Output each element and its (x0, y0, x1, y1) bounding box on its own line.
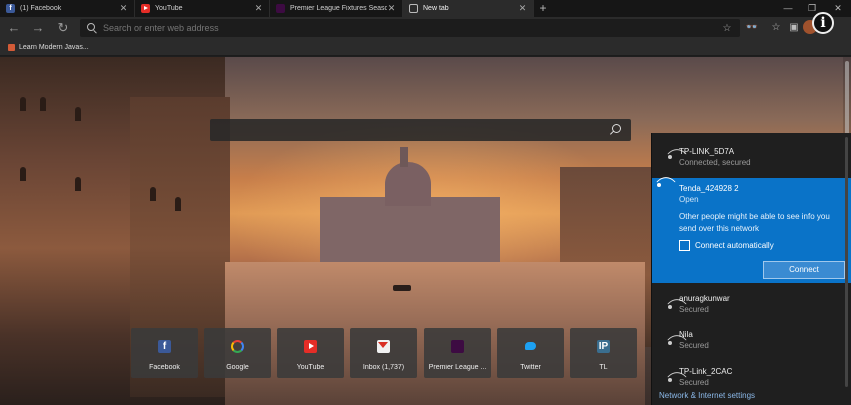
open-network-warning: Other people might be able to see info y… (679, 212, 830, 233)
wifi-icon (663, 373, 676, 384)
network-name: TP-Link_2CAC (679, 367, 733, 376)
twitter-icon (524, 340, 537, 353)
tab-title: (1) Facebook (20, 5, 62, 12)
minimize-icon[interactable]: — (776, 0, 800, 17)
quick-link-label: YouTube (296, 364, 325, 371)
quick-link-label: Facebook (149, 364, 180, 371)
new-tab-button[interactable]: + (536, 0, 550, 17)
wifi-network-anuragkunwar[interactable]: anuragkunwar Secured (652, 287, 851, 323)
tab-facebook[interactable]: f (1) Facebook ✕ (0, 0, 135, 17)
background-window (75, 177, 81, 191)
background-window (75, 107, 81, 121)
background-tower (400, 147, 408, 167)
extension-icon[interactable]: 👓 (744, 20, 760, 36)
wifi-icon (663, 336, 676, 347)
wifi-icon (663, 150, 676, 161)
favorite-learn-modern-javascript[interactable]: Learn Modern Javas... (8, 43, 89, 51)
background-window (20, 167, 26, 181)
quick-link-twitter[interactable]: Twitter (497, 328, 564, 378)
info-icon[interactable]: i (812, 12, 834, 34)
quick-link-label: Google (226, 364, 249, 371)
connect-button[interactable]: Connect (763, 261, 845, 279)
background-window (150, 187, 156, 201)
quick-link-facebook[interactable]: f Facebook (131, 328, 198, 378)
quick-link-premier-league[interactable]: Premier League ... (424, 328, 491, 378)
tab-close-icon[interactable]: ✕ (518, 3, 527, 14)
new-tab-search-box[interactable] (210, 119, 631, 141)
network-status: Connected, secured (679, 158, 751, 167)
navigation-bar: ← → ↻ ☆ 👓 ☆ ▣ (0, 17, 851, 39)
address-bar[interactable]: ☆ (80, 19, 740, 37)
wifi-network-nila[interactable]: Nila Secured (652, 323, 851, 359)
gmail-icon (377, 340, 390, 353)
quick-link-youtube[interactable]: YouTube (277, 328, 344, 378)
background-window (40, 97, 46, 111)
quick-link-label: Twitter (520, 364, 541, 371)
scrollbar-thumb[interactable] (845, 61, 849, 141)
forward-icon[interactable]: → (28, 19, 48, 37)
network-name: TP-LINK_5D7A (679, 147, 735, 156)
youtube-icon (304, 340, 317, 353)
wifi-network-tenda[interactable]: Tenda_424928 2 Open Other people might b… (652, 178, 851, 283)
network-name: Tenda_424928 2 (679, 184, 739, 193)
favorites-icon[interactable]: ☆ (768, 20, 784, 36)
favorites-bar: Learn Modern Javas... (0, 39, 851, 56)
youtube-icon (141, 4, 150, 13)
network-name: anuragkunwar (679, 294, 730, 303)
search-icon (87, 22, 98, 34)
quick-link-label: TL (599, 364, 608, 371)
background-window (20, 97, 26, 111)
new-tab-icon (409, 4, 418, 13)
tab-title: Premier League Fixtures Season (290, 5, 387, 12)
tab-youtube[interactable]: YouTube ✕ (135, 0, 270, 17)
quick-link-google[interactable]: Google (204, 328, 271, 378)
background-boat (393, 285, 411, 291)
tab-strip: f (1) Facebook ✕ YouTube ✕ Premier Leagu… (0, 0, 851, 17)
quick-link-inbox[interactable]: Inbox (1,737) (350, 328, 417, 378)
collections-icon[interactable]: ▣ (786, 20, 802, 36)
tab-premier-league[interactable]: Premier League Fixtures Season ✕ (270, 0, 403, 17)
bookmark-icon (8, 43, 15, 51)
favorite-star-icon[interactable]: ☆ (720, 23, 734, 34)
search-icon[interactable] (609, 124, 621, 136)
background-window (175, 197, 181, 211)
facebook-icon: f (158, 340, 171, 353)
tab-close-icon[interactable]: ✕ (254, 3, 263, 14)
tab-title: YouTube (155, 5, 183, 12)
facebook-icon: f (6, 4, 15, 13)
wifi-list-scrollbar[interactable] (845, 137, 848, 387)
tab-new-tab[interactable]: New tab ✕ (403, 0, 534, 17)
quick-link-label: Premier League ... (428, 364, 487, 371)
background-dome (385, 162, 431, 206)
network-status: Secured (679, 378, 709, 387)
premier-league-icon (276, 4, 285, 13)
address-input[interactable] (103, 23, 720, 33)
quick-link-tl[interactable]: IP TL (570, 328, 637, 378)
wifi-flyout: TP-LINK_5D7A Connected, secured Tenda_42… (651, 133, 851, 405)
tab-close-icon[interactable]: ✕ (119, 3, 128, 14)
tab-close-icon[interactable]: ✕ (387, 3, 396, 14)
connect-automatically-checkbox[interactable] (679, 240, 690, 251)
tab-title: New tab (423, 5, 449, 12)
quick-link-label: Inbox (1,737) (362, 364, 405, 371)
network-settings-link[interactable]: Network & Internet settings (659, 391, 755, 400)
network-status: Secured (679, 305, 709, 314)
network-status: Secured (679, 341, 709, 350)
premier-league-icon (451, 340, 464, 353)
wifi-icon (663, 300, 676, 311)
wifi-network-tp-link-2cac[interactable]: TP-Link_2CAC Secured (652, 359, 851, 389)
network-name: Nila (679, 330, 693, 339)
google-icon (231, 340, 244, 353)
refresh-icon[interactable]: ↻ (53, 19, 73, 37)
wifi-network-tp-link-5d7a[interactable]: TP-LINK_5D7A Connected, secured (652, 133, 851, 178)
network-status: Open (679, 195, 699, 204)
back-icon[interactable]: ← (4, 19, 24, 37)
tl-icon: IP (597, 340, 610, 353)
favorite-label: Learn Modern Javas... (19, 43, 89, 51)
connect-automatically-label: Connect automatically (695, 241, 774, 250)
